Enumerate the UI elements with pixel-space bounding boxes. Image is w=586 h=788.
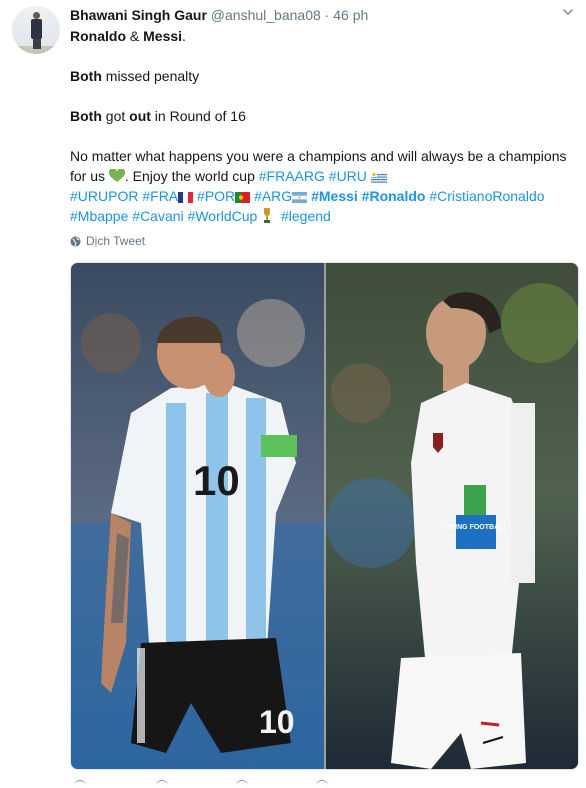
text-bold: Ronaldo <box>70 28 126 44</box>
tweet-line: No matter what happens you were a champi… <box>70 146 570 166</box>
text-plain: & <box>126 28 144 44</box>
left-jersey-number: 10 <box>193 457 240 504</box>
hashtag-cristianoronaldo[interactable]: #CristianoRonaldo <box>429 188 544 204</box>
hashtag-messi[interactable]: #Messi <box>311 188 358 204</box>
hashtag-worldcup[interactable]: #WorldCup <box>188 208 258 224</box>
tweet-line: Both got out in Round of 16 <box>70 106 570 126</box>
france-flag-icon <box>178 192 194 203</box>
text-plain: got <box>101 108 130 124</box>
translate-tweet-link[interactable]: Dịch Tweet <box>70 234 145 248</box>
globe-icon <box>70 235 81 247</box>
hashtag-mbappe[interactable]: #Mbappe <box>70 208 128 224</box>
hashtag-ronaldo[interactable]: #Ronaldo <box>362 188 426 204</box>
hashtag-fra[interactable]: #FRA <box>142 188 178 204</box>
chevron-down-icon[interactable] <box>562 6 574 18</box>
tweet-header: Bhawani Singh Gaur @anshul_bana08 · 46 p… <box>70 6 368 24</box>
header-separator: · <box>324 7 330 23</box>
tweet-time[interactable]: 46 ph <box>333 7 368 23</box>
text-bold: Messi <box>143 28 183 44</box>
hashtag-por[interactable]: #POR <box>197 188 235 204</box>
photo-divider <box>324 263 326 769</box>
hashtag-legend[interactable]: #legend <box>281 208 331 224</box>
tweet-actions-row <box>70 780 470 788</box>
tweet-line: #Mbappe #Cavani #WorldCup #legend <box>70 206 570 226</box>
hashtag-fraarg[interactable]: #FRAARG <box>259 168 325 184</box>
argentina-flag-icon <box>292 192 308 203</box>
avatar[interactable] <box>12 6 60 54</box>
tweet-line: #URUPOR #FRA #POR #ARG #Messi #Ronaldo #… <box>70 186 570 206</box>
avatar-figure-body <box>31 19 42 39</box>
text-bold: Both <box>70 68 102 84</box>
trophy-icon <box>264 208 271 223</box>
tweet-photo[interactable]: 10 10 LIVING FOOTBALL <box>70 262 579 770</box>
author-name[interactable]: Bhawani Singh Gaur <box>70 7 207 23</box>
text-plain: . Enjoy the world cup <box>124 168 259 184</box>
translate-label: Dịch Tweet <box>86 234 146 248</box>
text-plain: in Round of 16 <box>150 108 246 124</box>
hashtag-uru[interactable]: #URU <box>329 168 367 184</box>
sleeve-patch-text: LIVING FOOTBALL <box>444 524 508 531</box>
text-plain: . <box>182 28 186 44</box>
hashtag-urupor[interactable]: #URUPOR <box>70 188 138 204</box>
left-photo-panel: 10 10 <box>71 263 324 769</box>
hashtag-arg[interactable]: #ARG <box>254 188 292 204</box>
text-bold: out <box>129 108 151 124</box>
avatar-figure-legs <box>33 39 41 49</box>
text-plain: missed penalty <box>101 68 200 84</box>
uruguay-flag-icon <box>370 172 387 183</box>
avatar-figure-head <box>33 12 40 19</box>
text-plain: for us <box>70 168 109 184</box>
hashtag-cavani[interactable]: #Cavani <box>132 208 183 224</box>
tweet-line: Ronaldo & Messi. <box>70 26 570 46</box>
green-heart-icon <box>108 169 125 182</box>
author-handle[interactable]: @anshul_bana08 <box>211 7 321 23</box>
tweet-text: Ronaldo & Messi. Both missed penalty Bot… <box>70 26 570 226</box>
left-shorts-number: 10 <box>259 704 295 740</box>
tweet-line: Both missed penalty <box>70 66 570 86</box>
text-bold: Both <box>70 108 102 124</box>
tweet-line: for us . Enjoy the world cup #FRAARG #UR… <box>70 166 570 186</box>
right-photo-panel: LIVING FOOTBALL <box>326 263 578 769</box>
text-plain: No matter what happens you were a champi… <box>70 148 567 164</box>
portugal-flag-icon <box>235 192 251 203</box>
